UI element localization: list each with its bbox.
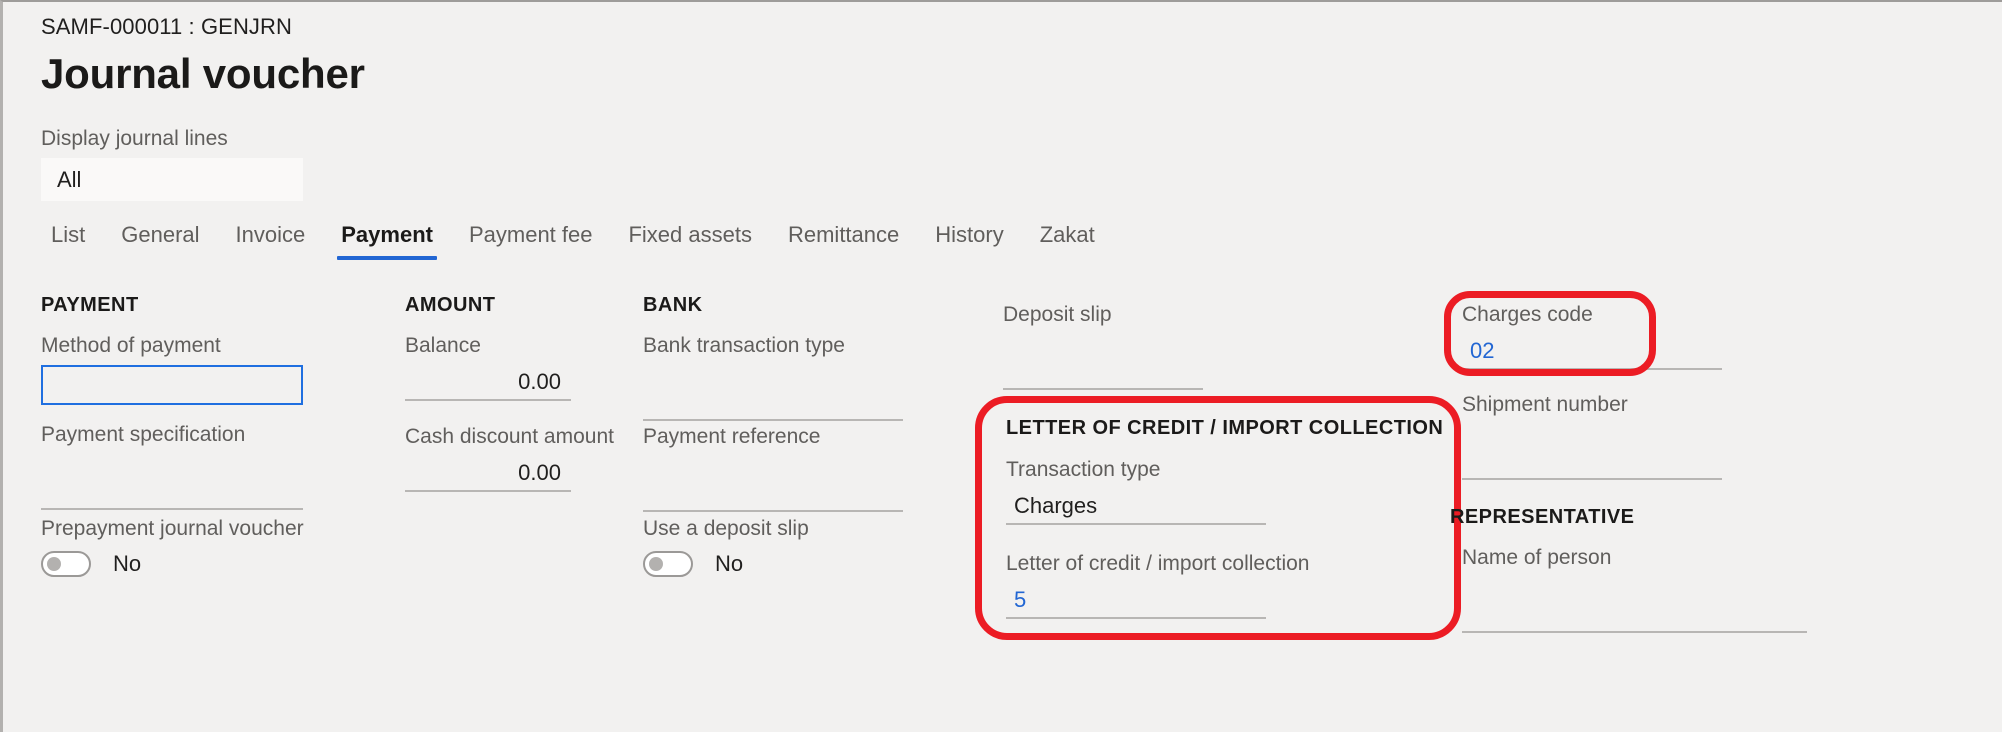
shipment-number-input[interactable]: [1462, 444, 1722, 480]
tab-strip: List General Invoice Payment Payment fee…: [33, 222, 1113, 260]
group-title-amount: AMOUNT: [405, 294, 496, 316]
tab-invoice[interactable]: Invoice: [218, 222, 324, 260]
transaction-type-value: Charges: [1014, 493, 1098, 518]
transaction-type-field: Transaction type Charges: [1006, 457, 1266, 525]
toggle-knob-icon: [649, 557, 663, 571]
deposit-slip-label: Deposit slip: [1003, 303, 1112, 326]
method-of-payment-field: Method of payment: [41, 333, 303, 405]
toggle-knob-icon: [47, 557, 61, 571]
tab-payment-fee[interactable]: Payment fee: [451, 222, 611, 260]
display-journal-lines-label: Display journal lines: [41, 127, 228, 150]
group-title-payment: PAYMENT: [41, 294, 139, 316]
tab-remittance[interactable]: Remittance: [770, 222, 917, 260]
letter-of-credit-import-collection-input[interactable]: 5: [1006, 583, 1266, 619]
page-title: Journal voucher: [41, 50, 365, 97]
group-title-representative: REPRESENTATIVE: [1450, 506, 1635, 528]
breadcrumb: SAMF-000011 : GENJRN: [41, 14, 293, 39]
charges-code-field: Charges code 02: [1462, 302, 1722, 370]
cash-discount-amount-field: Cash discount amount 0.00: [405, 424, 614, 492]
tab-list[interactable]: List: [33, 222, 103, 260]
letter-of-credit-import-collection-value: 5: [1014, 587, 1027, 612]
prepayment-journal-voucher-label: Prepayment journal voucher: [41, 517, 304, 540]
tab-fixed-assets[interactable]: Fixed assets: [610, 222, 770, 260]
name-of-person-field: Name of person: [1462, 545, 1807, 633]
group-title-letter-of-credit: LETTER OF CREDIT / IMPORT COLLECTION: [1006, 417, 1444, 439]
method-of-payment-input[interactable]: [41, 365, 303, 405]
payment-specification-label: Payment specification: [41, 423, 246, 446]
display-journal-lines-value: All: [57, 166, 82, 192]
prepayment-journal-voucher-toggle[interactable]: [41, 551, 91, 577]
charges-code-input[interactable]: 02: [1462, 334, 1722, 370]
balance-label: Balance: [405, 334, 481, 357]
use-a-deposit-slip-label: Use a deposit slip: [643, 517, 809, 540]
page-header: SAMF-000011 : GENJRN Journal voucher: [41, 14, 365, 98]
use-a-deposit-slip-value: No: [715, 551, 744, 576]
tab-history[interactable]: History: [917, 222, 1021, 260]
deposit-slip-field: Deposit slip: [1003, 302, 1203, 390]
tab-payment[interactable]: Payment: [323, 222, 451, 260]
bank-transaction-type-label: Bank transaction type: [643, 334, 845, 357]
display-journal-lines-field: Display journal lines All: [41, 127, 303, 201]
journal-voucher-page: SAMF-000011 : GENJRN Journal voucher Dis…: [0, 0, 2002, 732]
name-of-person-input[interactable]: [1462, 597, 1807, 633]
charges-code-value: 02: [1470, 338, 1495, 363]
deposit-slip-input[interactable]: [1003, 354, 1203, 390]
tab-general[interactable]: General: [103, 222, 217, 260]
letter-of-credit-import-collection-field: Letter of credit / import collection 5: [1006, 551, 1310, 619]
balance-input[interactable]: 0.00: [405, 365, 571, 401]
payment-reference-label: Payment reference: [643, 425, 821, 448]
payment-specification-field: Payment specification: [41, 422, 303, 510]
letter-of-credit-import-collection-label: Letter of credit / import collection: [1006, 552, 1310, 575]
charges-code-label: Charges code: [1462, 303, 1593, 326]
cash-discount-amount-label: Cash discount amount: [405, 425, 614, 448]
balance-value: 0.00: [518, 369, 561, 394]
use-a-deposit-slip-toggle[interactable]: [643, 551, 693, 577]
transaction-type-label: Transaction type: [1006, 458, 1161, 481]
tab-zakat[interactable]: Zakat: [1022, 222, 1113, 260]
transaction-type-input[interactable]: Charges: [1006, 489, 1266, 525]
bank-transaction-type-field: Bank transaction type: [643, 333, 903, 421]
name-of-person-label: Name of person: [1462, 546, 1612, 569]
group-title-bank: BANK: [643, 294, 703, 316]
payment-reference-input[interactable]: [643, 476, 903, 512]
prepayment-journal-voucher-field: Prepayment journal voucher No: [41, 517, 304, 577]
payment-specification-input[interactable]: [41, 474, 303, 510]
method-of-payment-label: Method of payment: [41, 334, 221, 357]
bank-transaction-type-input[interactable]: [643, 385, 903, 421]
cash-discount-amount-value: 0.00: [518, 460, 561, 485]
payment-reference-field: Payment reference: [643, 424, 903, 512]
balance-field: Balance 0.00: [405, 333, 571, 401]
shipment-number-label: Shipment number: [1462, 393, 1628, 416]
shipment-number-field: Shipment number: [1462, 392, 1722, 480]
prepayment-journal-voucher-value: No: [113, 551, 142, 576]
use-a-deposit-slip-field: Use a deposit slip No: [643, 517, 809, 577]
cash-discount-amount-input[interactable]: 0.00: [405, 456, 571, 492]
display-journal-lines-select[interactable]: All: [41, 158, 303, 201]
